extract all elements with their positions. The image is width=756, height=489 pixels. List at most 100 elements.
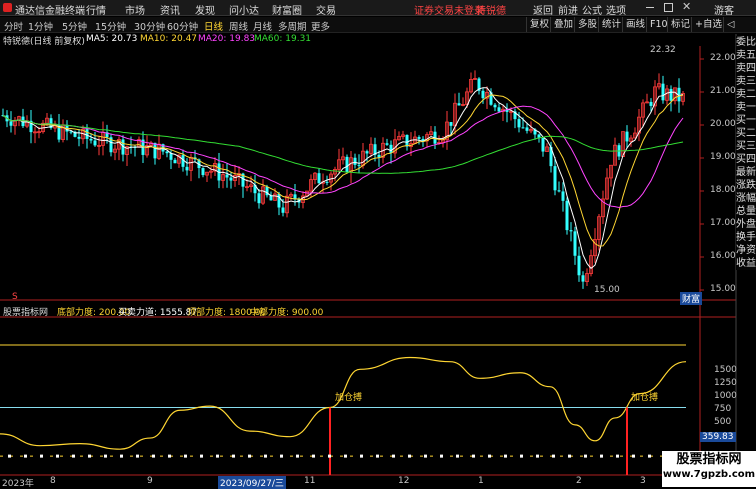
sidebar-item-buy3[interactable]: 买三 <box>736 140 756 153</box>
marker-dot <box>216 454 219 458</box>
candle-body <box>153 142 157 159</box>
sidebar-item-earnings[interactable]: 收益 <box>736 257 756 270</box>
ind-tick-1000: 1000 <box>714 391 737 401</box>
marker-dot <box>408 454 411 458</box>
sidebar-item-buy1[interactable]: 买一 <box>736 114 756 127</box>
marker-dot <box>72 454 75 458</box>
candlestick-series <box>1 70 685 289</box>
corner-s-label: S <box>12 292 18 302</box>
candle-body <box>225 174 229 178</box>
marker-dot <box>8 454 11 458</box>
candle-body <box>201 168 205 176</box>
x-label-mar: 3 <box>640 476 646 486</box>
candle-body <box>569 230 573 232</box>
x-label-aug: 8 <box>50 476 56 486</box>
watermark-url: www.7gpzb.com <box>662 469 756 480</box>
sidebar-item-sell1[interactable]: 卖一 <box>736 101 756 114</box>
y-tick-19: 19.00 <box>710 152 736 162</box>
ma5-line <box>2 87 684 270</box>
candle-body <box>85 129 89 139</box>
sidebar-item-outer[interactable]: 外盘 <box>736 218 756 231</box>
sidebar-item-sell2[interactable]: 卖二 <box>736 88 756 101</box>
ma60-line <box>2 114 684 174</box>
candle-body <box>497 107 501 112</box>
y-tick-20: 20.00 <box>710 119 736 129</box>
ind-tick-1500: 1500 <box>714 365 737 375</box>
marker-dot <box>440 454 443 458</box>
marker-dot <box>360 454 363 458</box>
y-tick-15: 15.00 <box>710 284 736 294</box>
candle-body <box>365 151 369 154</box>
candle-body <box>77 136 81 139</box>
candle-body <box>577 255 581 276</box>
sidebar-item-buy2[interactable]: 买二 <box>736 127 756 140</box>
marker-dot <box>568 454 571 458</box>
sidebar-item-sell3[interactable]: 卖三 <box>736 75 756 88</box>
y-tick-16: 16.00 <box>710 251 736 261</box>
marker-dot <box>248 454 251 458</box>
signal-label-1: 加仓搏 <box>335 393 363 403</box>
marker-dot <box>600 454 603 458</box>
chart-canvas[interactable] <box>0 0 756 487</box>
candle-body <box>493 104 497 108</box>
quote-sidebar: 委比 卖五 卖四 卖三 卖二 卖一 买一 买二 买三 买四 最新 涨跌 涨幅 总… <box>736 36 756 270</box>
candle-body <box>277 194 281 208</box>
sidebar-item-change-pct[interactable]: 涨幅 <box>736 192 756 205</box>
candle-body <box>581 275 585 282</box>
y-tick-18: 18.00 <box>710 185 736 195</box>
y-tick-21: 21.00 <box>710 86 736 96</box>
x-label-feb: 2 <box>576 476 582 486</box>
candle-body <box>561 191 565 201</box>
x-label-2023: 2023年 <box>2 479 34 489</box>
moving-average-lines <box>2 87 684 270</box>
sidebar-item-change[interactable]: 涨跌 <box>736 179 756 192</box>
ind-tick-500: 500 <box>714 417 732 427</box>
candle-body <box>281 207 285 213</box>
marker-dot <box>312 454 315 458</box>
x-label-cursor-date: 2023/09/27/三 <box>218 476 286 489</box>
chart-frame <box>0 34 737 487</box>
candle-body <box>525 127 529 131</box>
sidebar-item-net-asset[interactable]: 净资 <box>736 244 756 257</box>
candle-body <box>565 200 569 231</box>
sidebar-item-buy4[interactable]: 买四 <box>736 153 756 166</box>
watermark: 股票指标网 www.7gpzb.com <box>662 451 756 487</box>
candle-body <box>417 137 421 139</box>
candle-body <box>317 173 321 184</box>
sidebar-item-sell4[interactable]: 卖四 <box>736 62 756 75</box>
candle-body <box>541 138 545 152</box>
watermark-title: 股票指标网 <box>676 452 742 467</box>
sidebar-item-volume[interactable]: 总量 <box>736 205 756 218</box>
marker-dot <box>328 454 331 458</box>
candle-body <box>661 83 665 101</box>
candle-body <box>553 166 557 191</box>
x-label-dec: 12 <box>398 476 410 486</box>
marker-dot <box>648 454 651 458</box>
buy-sell-force-line <box>0 356 687 450</box>
marker-dot <box>376 454 379 458</box>
candle-body <box>669 88 673 101</box>
candle-body <box>405 134 409 147</box>
x-label-sep: 9 <box>147 476 153 486</box>
candle-body <box>481 90 485 99</box>
y-tick-22: 22.00 <box>710 53 736 63</box>
candle-body <box>357 164 361 166</box>
marker-dot <box>120 454 123 458</box>
low-price-label: 15.00 <box>594 285 620 295</box>
candle-body <box>573 231 577 256</box>
x-label-jan: 1 <box>478 476 484 486</box>
candle-body <box>521 127 525 129</box>
high-price-label: 22.32 <box>650 45 676 55</box>
ind-tick-1250: 1250 <box>714 378 737 388</box>
fund-label[interactable]: 财富 <box>680 292 703 305</box>
candle-body <box>9 121 13 126</box>
sidebar-item-latest[interactable]: 最新 <box>736 166 756 179</box>
sidebar-item-weibi[interactable]: 委比 <box>736 36 756 49</box>
marker-dot <box>264 454 267 458</box>
sidebar-item-sell5[interactable]: 卖五 <box>736 49 756 62</box>
ma10-line <box>2 94 684 247</box>
sidebar-item-turnover[interactable]: 换手 <box>736 231 756 244</box>
marker-dot <box>232 454 235 458</box>
marker-dot <box>424 454 427 458</box>
marker-dot <box>552 454 555 458</box>
